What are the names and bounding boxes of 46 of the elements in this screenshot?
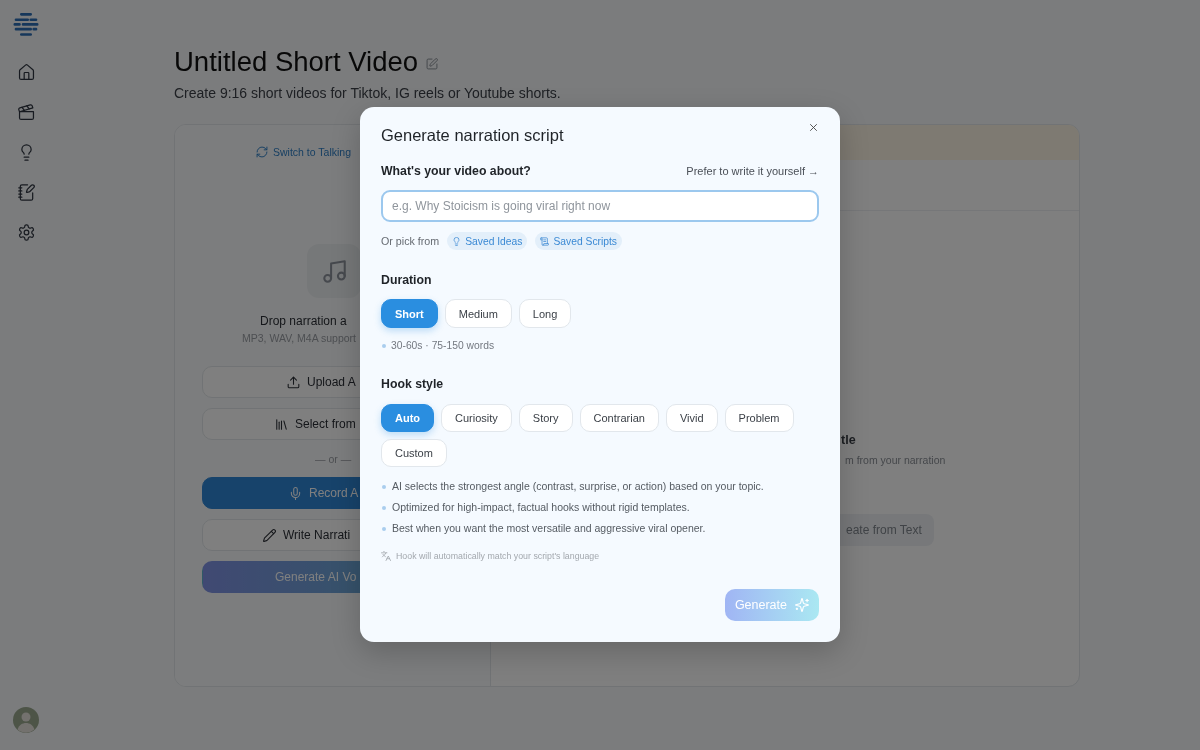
home-icon[interactable] <box>17 64 35 81</box>
refresh-icon <box>256 146 268 158</box>
lightbulb-icon <box>452 236 462 246</box>
hook-style-option[interactable]: Auto <box>381 404 435 432</box>
page-subtitle: Create 9:16 short videos for Tiktok, IG reels or Youtube shorts. <box>174 84 561 103</box>
hook-style-option[interactable]: Custom <box>381 439 447 467</box>
bullet-icon <box>382 344 386 348</box>
saved-scripts-chip[interactable]: Saved Scripts <box>535 232 622 250</box>
pick-label: Or pick from <box>381 235 440 247</box>
section-label: Hook style <box>381 376 444 393</box>
bullet-icon <box>382 505 386 510</box>
microphone-icon <box>289 486 302 500</box>
hook-style-option[interactable]: Vivid <box>665 404 718 432</box>
translate-icon <box>381 551 391 561</box>
logo-icon[interactable] <box>13 12 39 38</box>
bullet-icon <box>382 526 386 531</box>
hook-style-option[interactable]: Curiosity <box>441 404 512 432</box>
field-label: What's your video about? <box>381 163 531 180</box>
close-icon <box>808 122 819 133</box>
language-note: Hook will automatically match your script's language <box>396 550 600 563</box>
hook-style-option[interactable]: Problem <box>724 404 794 432</box>
section-label: Duration <box>381 272 432 289</box>
duration-hint: 30-60s · 75-150 words <box>391 339 495 353</box>
modal-title: Generate narration script <box>381 125 564 145</box>
settings-icon[interactable] <box>17 224 35 241</box>
switch-mode-link[interactable]: Switch to Talking <box>256 144 351 160</box>
scroll-icon <box>540 236 550 246</box>
library-icon <box>275 417 288 431</box>
sparkles-icon <box>795 598 809 612</box>
topic-input[interactable]: e.g. Why Stoicism is going viral right now <box>381 190 819 222</box>
duration-option[interactable]: Medium <box>444 299 512 328</box>
hook-style-option[interactable]: Contrarian <box>579 404 659 432</box>
page-title: Untitled Short Video <box>174 45 419 79</box>
pencil-icon <box>263 528 276 542</box>
drop-zone-title: Drop narration a <box>260 313 347 330</box>
bullet-icon <box>382 484 386 489</box>
clapperboard-icon[interactable] <box>17 104 35 121</box>
panel-heading: tle <box>841 432 856 449</box>
duration-option[interactable]: Short <box>381 299 438 328</box>
hook-style-option[interactable]: Story <box>518 404 573 432</box>
upload-icon <box>287 375 300 389</box>
notebook-pen-icon[interactable] <box>17 184 35 201</box>
write-yourself-link[interactable]: Prefer to write it yourself → <box>686 165 819 177</box>
saved-ideas-chip[interactable]: Saved Ideas <box>447 232 528 250</box>
close-button[interactable] <box>808 122 819 133</box>
duration-option[interactable]: Long <box>518 299 572 328</box>
